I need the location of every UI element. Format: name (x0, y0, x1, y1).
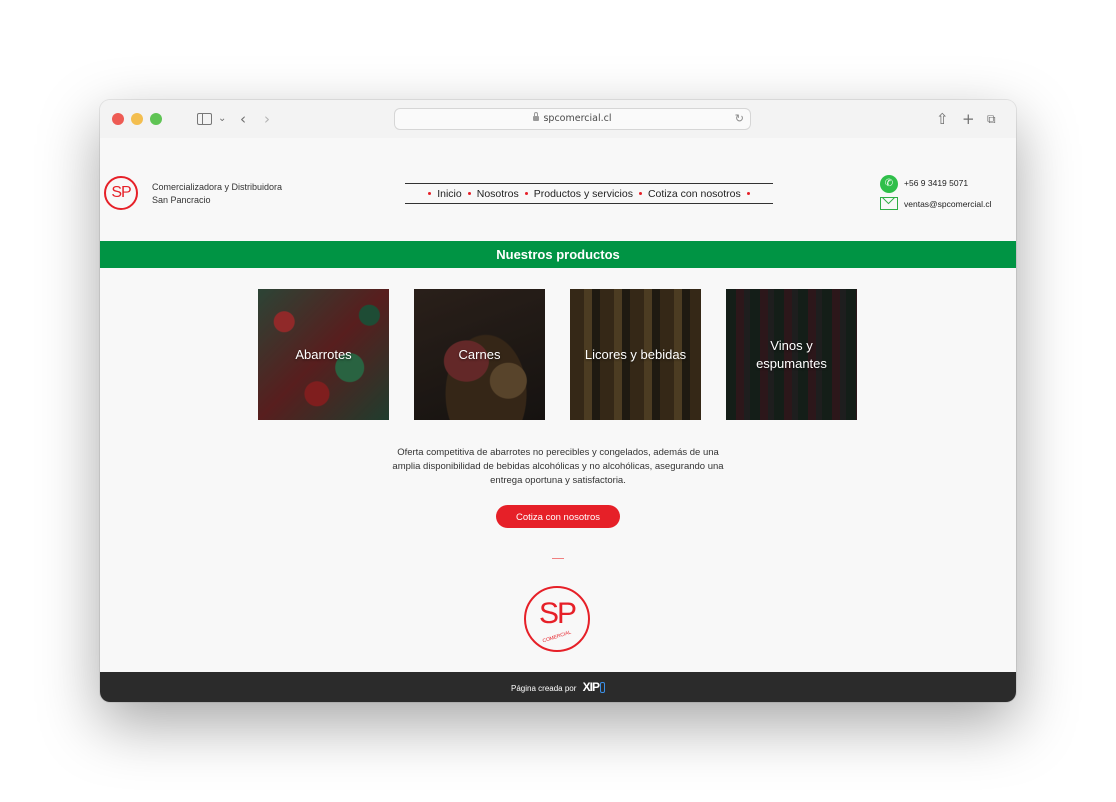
maker-logo-text: XIP (582, 680, 600, 694)
brand-line-2: San Pancracio (152, 195, 211, 205)
main-nav: Inicio Nosotros Productos y servicios Co… (405, 183, 773, 204)
minimize-window-button[interactable] (131, 113, 143, 125)
new-tab-icon[interactable]: + (962, 109, 975, 129)
nav-item-inicio[interactable]: Inicio (431, 188, 468, 200)
browser-toolbar: ⌄ ‹ › spcomercial.cl ↻ ⇧ + ⧉ (100, 100, 1016, 139)
reload-icon[interactable]: ↻ (735, 109, 744, 129)
nav-item-nosotros[interactable]: Nosotros (471, 188, 525, 200)
sidebar-toggle-icon[interactable] (197, 113, 212, 125)
product-label: Abarrotes (295, 346, 352, 362)
mail-icon[interactable] (880, 197, 898, 210)
nav-item-productos[interactable]: Productos y servicios (528, 188, 639, 200)
footer-credit-text: Página creada por (511, 684, 577, 693)
maker-logo[interactable]: XIP (583, 672, 605, 702)
url-text: spcomercial.cl (543, 113, 612, 124)
product-label: Carnes (458, 346, 501, 362)
lock-icon (533, 112, 540, 121)
browser-window: ⌄ ‹ › spcomercial.cl ↻ ⇧ + ⧉ SP Comercia… (100, 100, 1016, 702)
share-icon[interactable]: ⇧ (936, 109, 949, 129)
quote-cta-button[interactable]: Cotiza con nosotros (496, 505, 620, 528)
brand-line-1: Comercializadora y Distribuidora (152, 182, 283, 192)
divider (552, 558, 564, 559)
product-label: Vinos y espumantes (756, 337, 827, 371)
product-tile-carnes[interactable]: Carnes (414, 289, 545, 420)
whatsapp-icon[interactable]: ✆ (880, 175, 898, 193)
product-tile-vinos[interactable]: Vinos y espumantes (726, 289, 857, 420)
site-footer: Página creada por XIP (100, 672, 1016, 702)
forward-arrow-icon[interactable]: › (264, 109, 270, 129)
back-arrow-icon[interactable]: ‹ (240, 109, 246, 129)
nav-bullet (746, 192, 750, 195)
site-header: SP Comercializadora y Distribuidora San … (100, 138, 1016, 241)
products-description: Oferta competitiva de abarrotes no perec… (392, 446, 724, 486)
product-tile-abarrotes[interactable]: Abarrotes (258, 289, 389, 420)
brand-name: Comercializadora y Distribuidora San Pan… (152, 181, 282, 207)
email-address[interactable]: ventas@spcomercial.cl (904, 199, 992, 209)
product-label: Licores y bebidas (584, 346, 687, 362)
maker-logo-mark (599, 682, 605, 693)
footer-brand-logo: SP COMERCIAL (524, 586, 590, 652)
nav-item-cotiza[interactable]: Cotiza con nosotros (642, 188, 747, 200)
product-tile-licores[interactable]: Licores y bebidas (570, 289, 701, 420)
address-bar[interactable]: spcomercial.cl ↻ (394, 108, 751, 130)
zoom-window-button[interactable] (150, 113, 162, 125)
phone-number[interactable]: +56 9 3419 5071 (904, 178, 968, 188)
tab-overview-icon[interactable]: ⧉ (987, 109, 996, 129)
chevron-down-icon[interactable]: ⌄ (218, 109, 226, 129)
close-window-button[interactable] (112, 113, 124, 125)
site-logo[interactable]: SP (104, 176, 138, 210)
site-logo-letters: SP (111, 184, 131, 201)
section-banner: Nuestros productos (100, 241, 1016, 268)
footer-logo-letters: SP (538, 597, 577, 630)
